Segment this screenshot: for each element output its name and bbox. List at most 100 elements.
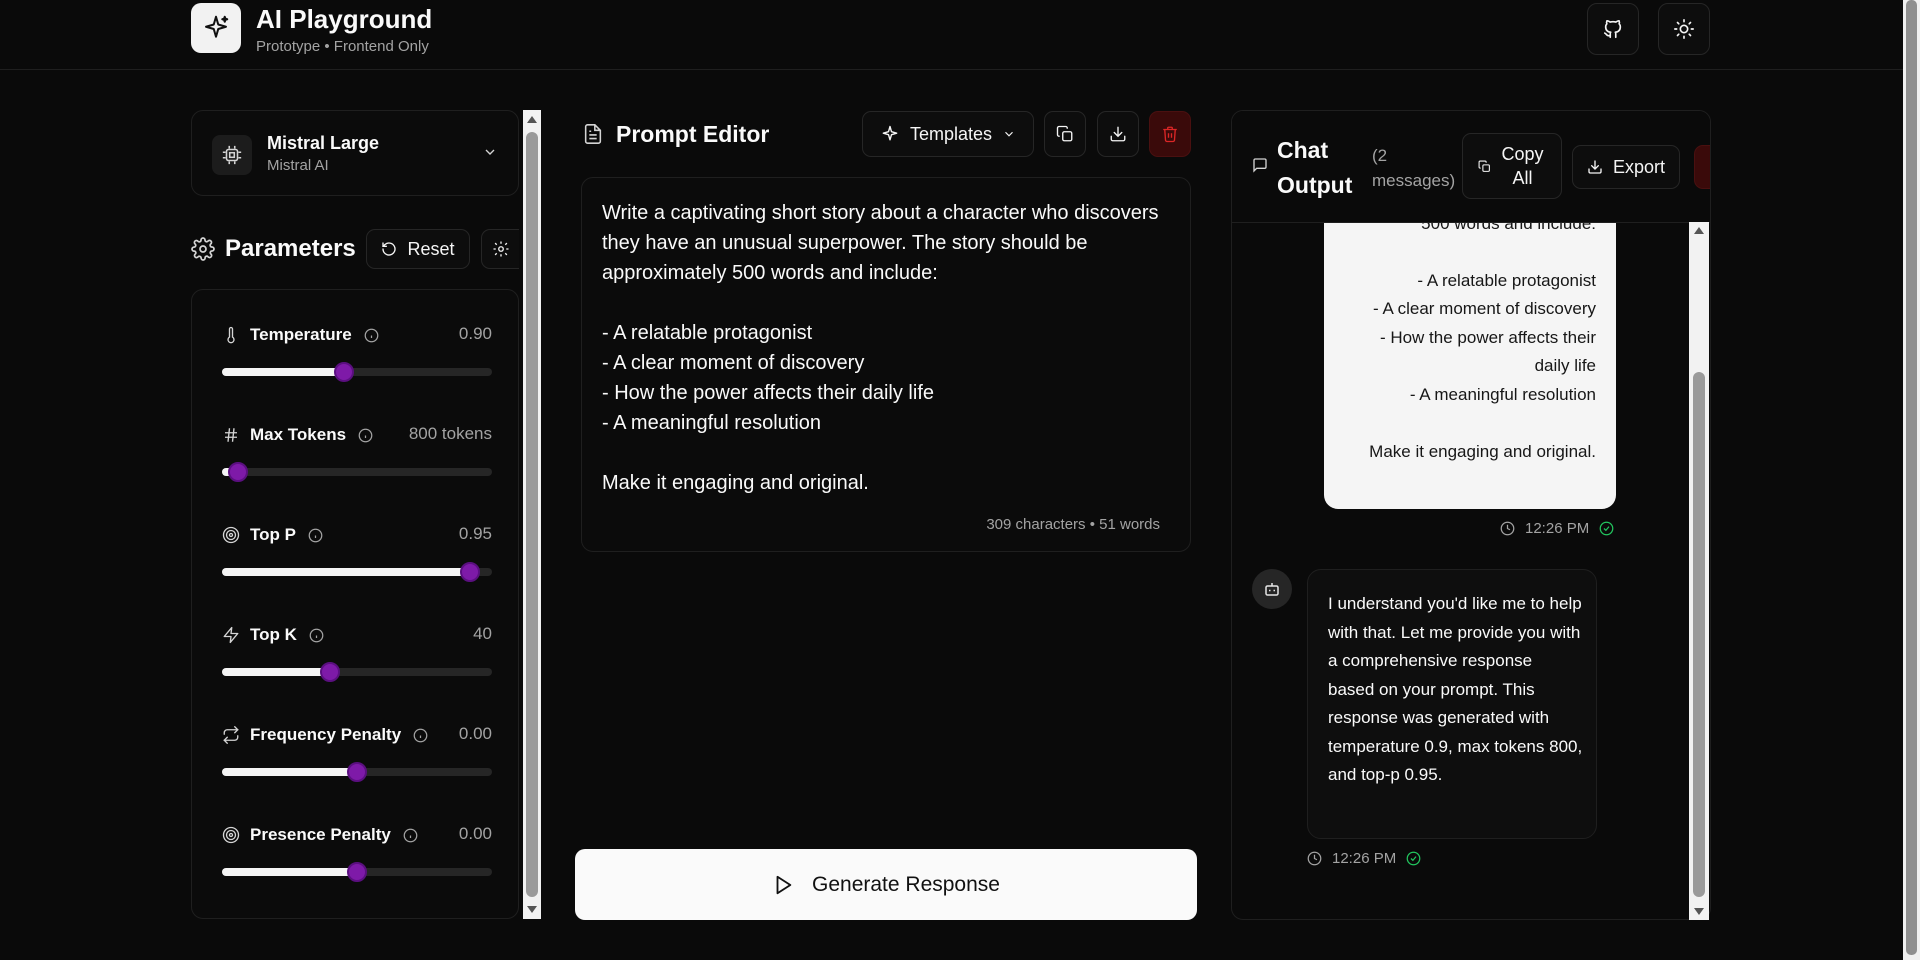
top-k-slider[interactable] — [222, 662, 492, 682]
info-icon[interactable] — [364, 328, 379, 343]
slider-thumb[interactable] — [333, 362, 354, 382]
model-selector[interactable]: Mistral Large Mistral AI — [191, 110, 519, 196]
target-icon — [222, 526, 240, 544]
scroll-down-arrow[interactable] — [527, 906, 537, 913]
slider-fill — [222, 768, 357, 776]
slider-fill — [222, 868, 357, 876]
param-value: 40 — [473, 624, 492, 643]
scrollbar-thumb[interactable] — [1906, 0, 1917, 955]
scroll-up-arrow[interactable] — [527, 116, 537, 123]
github-button[interactable] — [1587, 3, 1639, 55]
message-count: (2 messages) — [1372, 146, 1456, 190]
theme-toggle-button[interactable] — [1658, 3, 1710, 55]
clock-icon — [1307, 851, 1322, 866]
info-icon[interactable] — [308, 528, 323, 543]
frequency-penalty-slider[interactable] — [222, 762, 492, 782]
download-prompt-button[interactable] — [1097, 111, 1139, 157]
trash-icon — [1163, 126, 1177, 143]
param-value: 0.00 — [458, 824, 492, 843]
sun-icon — [1674, 19, 1694, 39]
model-name: Mistral Large — [267, 133, 380, 153]
download-icon — [1110, 126, 1126, 142]
page-scrollbar[interactable] — [1903, 0, 1920, 960]
slider-thumb[interactable] — [460, 562, 481, 582]
message-square-icon — [1253, 158, 1267, 173]
slider-thumb[interactable] — [347, 862, 367, 882]
bot-icon — [1265, 583, 1279, 596]
timestamp: 12:26 PM — [1332, 850, 1397, 867]
scroll-down-arrow[interactable] — [1694, 908, 1704, 915]
copy-prompt-button[interactable] — [1044, 111, 1086, 157]
info-icon[interactable] — [309, 628, 324, 643]
parameters-scrollbar[interactable] — [523, 110, 541, 919]
param-presence-penalty: Presence Penalty 0.00 — [222, 824, 492, 904]
model-provider: Mistral AI — [267, 157, 329, 174]
reset-button[interactable]: Reset — [366, 229, 470, 269]
templates-button[interactable]: Templates — [862, 111, 1034, 157]
repeat-icon — [223, 726, 239, 744]
zap-icon — [223, 626, 239, 644]
presence-penalty-slider[interactable] — [222, 862, 492, 882]
top-p-slider[interactable] — [222, 562, 492, 582]
param-label: Max Tokens — [250, 425, 347, 444]
param-temperature: Temperature 0.90 — [222, 324, 492, 404]
copy-icon — [1056, 125, 1073, 142]
chat-header: Chat Output (2 messages) Copy All Export — [1232, 111, 1710, 223]
param-label: Top P — [250, 525, 296, 544]
app-title: AI Playground — [256, 4, 433, 34]
download-icon — [1588, 160, 1602, 174]
scrollbar-thumb[interactable] — [526, 132, 538, 897]
app-header: AI Playground Prototype • Frontend Only — [0, 0, 1903, 70]
slider-thumb[interactable] — [228, 462, 249, 482]
param-label: Temperature — [250, 325, 352, 344]
templates-label: Templates — [909, 123, 993, 144]
copy-icon — [1478, 160, 1490, 172]
param-max-tokens: Max Tokens 800 tokens — [222, 424, 492, 504]
scroll-up-arrow[interactable] — [1694, 227, 1704, 234]
bot-avatar — [1252, 569, 1292, 609]
chat-scrollbar[interactable] — [1689, 222, 1709, 920]
prompt-textarea[interactable]: Write a captivating short story about a … — [581, 177, 1191, 552]
hash-icon — [225, 428, 237, 442]
clock-icon — [1500, 521, 1515, 536]
thermometer-icon — [227, 326, 235, 344]
user-message-meta: 12:26 PM — [1500, 520, 1614, 537]
slider-thumb[interactable] — [320, 662, 340, 682]
clear-prompt-button[interactable] — [1149, 111, 1191, 157]
generate-response-button[interactable]: Generate Response — [575, 849, 1197, 920]
info-icon[interactable] — [403, 828, 418, 843]
slider-fill — [222, 568, 471, 576]
sparkles-logo-icon — [191, 3, 241, 53]
export-button[interactable]: Export — [1572, 145, 1680, 189]
param-label: Frequency Penalty — [250, 725, 402, 744]
export-label: Export — [1612, 156, 1666, 177]
info-icon[interactable] — [358, 428, 373, 443]
param-value: 0.95 — [458, 524, 492, 543]
clear-chat-button[interactable] — [1694, 145, 1710, 189]
slider-thumb[interactable] — [347, 762, 367, 782]
max-tokens-slider[interactable] — [222, 462, 492, 482]
slider-fill — [222, 668, 330, 676]
param-frequency-penalty: Frequency Penalty 0.00 — [222, 724, 492, 804]
info-icon[interactable] — [413, 728, 428, 743]
advanced-settings-button[interactable] — [481, 229, 519, 269]
parameters-panel: Temperature 0.90 Max Tokens 800 tokens T… — [191, 289, 519, 919]
param-label: Presence Penalty — [250, 825, 391, 844]
prompt-counts: 309 characters • 51 words — [986, 516, 1160, 533]
settings-icon — [191, 237, 215, 261]
param-value: 800 tokens — [408, 424, 492, 443]
temperature-slider[interactable] — [222, 362, 492, 382]
param-top-k: Top K 40 — [222, 624, 492, 704]
chat-title: Chat Output — [1277, 137, 1353, 198]
check-circle-icon — [1406, 851, 1421, 866]
copy-all-button[interactable]: Copy All — [1462, 133, 1562, 199]
slider-fill — [222, 368, 344, 376]
param-value: 0.00 — [458, 724, 492, 743]
scrollbar-thumb[interactable] — [1693, 372, 1705, 897]
app-subtitle: Prototype • Frontend Only — [256, 38, 429, 55]
file-text-icon — [584, 124, 602, 144]
generate-label: Generate Response — [812, 872, 1000, 896]
assistant-message-meta: 12:26 PM — [1307, 850, 1421, 867]
parameters-header: Parameters — [191, 230, 356, 268]
prompt-text[interactable]: Write a captivating short story about a … — [602, 198, 1172, 498]
